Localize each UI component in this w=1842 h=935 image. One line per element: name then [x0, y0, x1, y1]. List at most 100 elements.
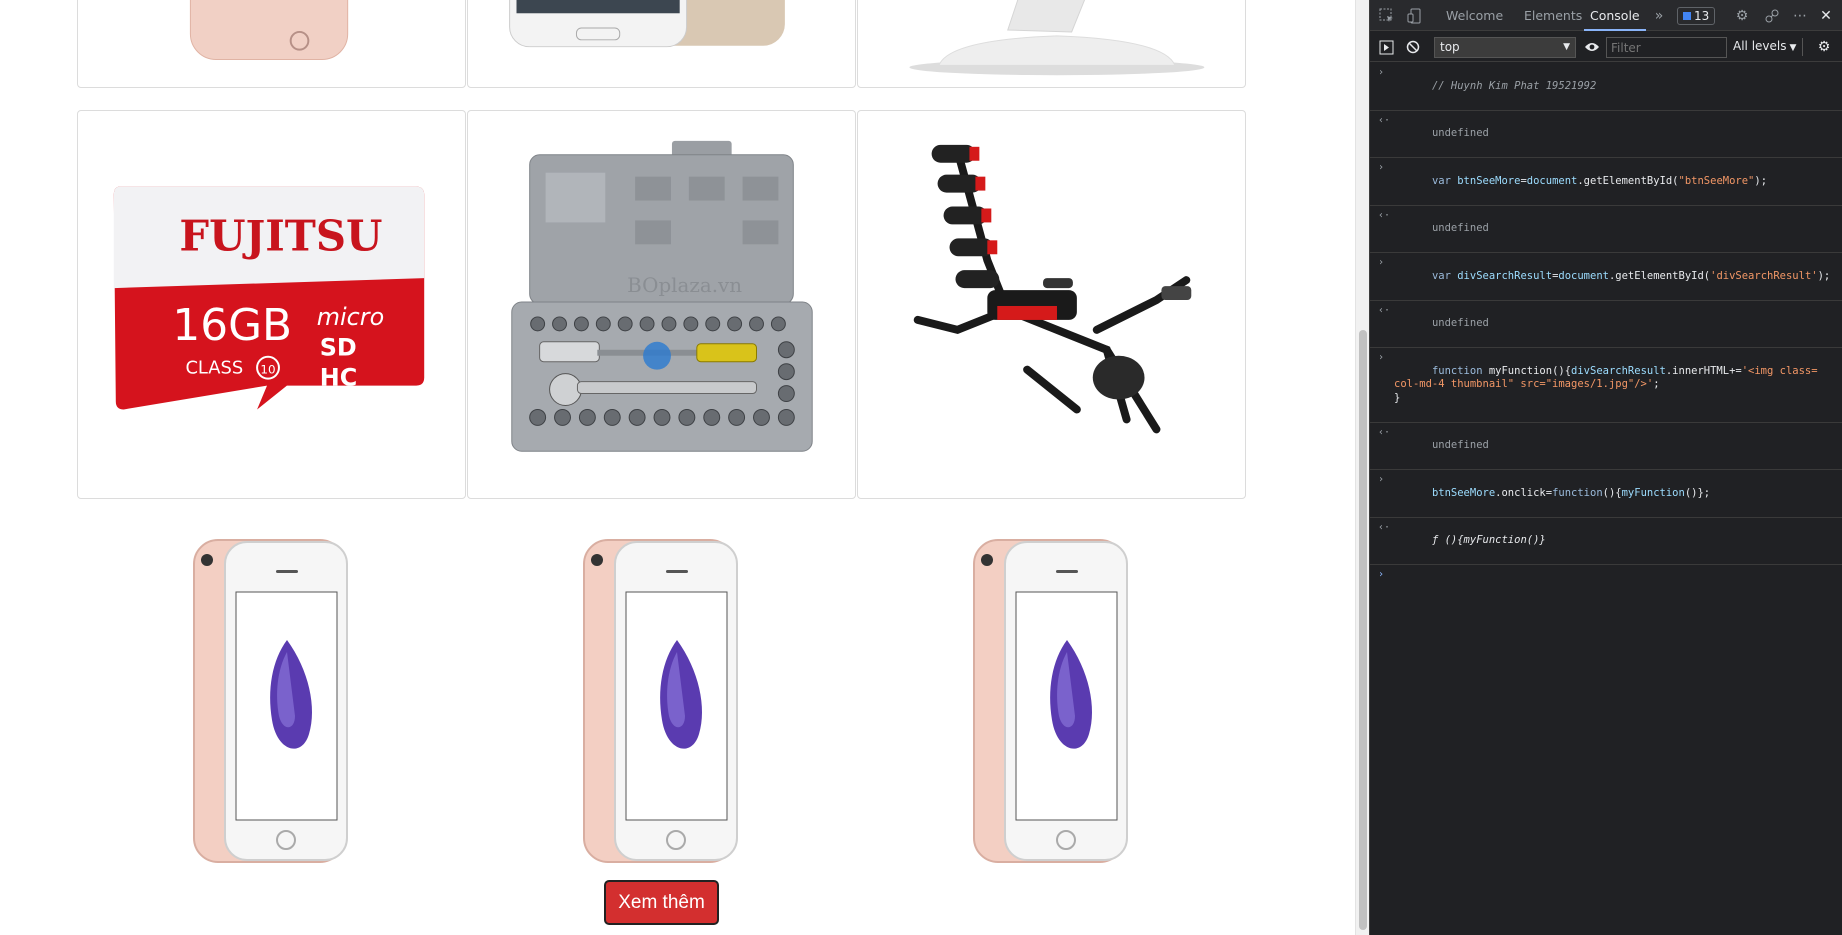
appended-iphone-2[interactable] — [467, 520, 856, 870]
appended-iphone-3[interactable] — [857, 520, 1246, 870]
code-method: .getElementById( — [1577, 174, 1679, 187]
code-function-name: myFunction — [1488, 364, 1553, 377]
close-icon[interactable]: ✕ — [1816, 6, 1836, 26]
code-string: 'divSearchResult' — [1710, 269, 1818, 282]
code-keyword: function — [1552, 486, 1603, 499]
code-variable: btnSeeMore — [1431, 486, 1496, 499]
issues-count: 13 — [1694, 9, 1710, 23]
console-input-line: › var divSearchResult=document.getElement… — [1370, 253, 1842, 301]
toolbar-divider — [1802, 38, 1803, 56]
console-input-line: › // Huynh Kim Phat 19521992 — [1370, 63, 1842, 111]
result-arrow-icon: ‹· — [1378, 114, 1391, 126]
code-method: .getElementById( — [1608, 269, 1711, 282]
code-variable: divSearchResult — [1571, 364, 1666, 377]
context-value: top — [1440, 40, 1460, 54]
product-thumbnail-fitness-machine[interactable] — [857, 110, 1246, 499]
iphone-image — [189, 0, 349, 60]
code-punctuation: ); — [1817, 269, 1831, 282]
tab-console[interactable]: Console — [1584, 0, 1646, 31]
appended-iphone-1[interactable] — [77, 520, 466, 870]
samsung-phone-image — [509, 0, 785, 48]
issues-badge[interactable]: 13 — [1677, 7, 1716, 25]
console-prompt[interactable]: › — [1370, 565, 1842, 612]
live-expression-eye-icon[interactable] — [1582, 37, 1602, 57]
product-thumbnail-socket-set[interactable]: BOplaza.vn — [467, 110, 856, 499]
iphone-rose-gold-image — [583, 539, 738, 863]
settings-gear-icon[interactable]: ⚙ — [1732, 6, 1752, 26]
tab-welcome[interactable]: Welcome — [1440, 0, 1509, 31]
code-variable: divSearchResult — [1457, 269, 1553, 282]
dropdown-arrow-icon: ▼ — [1789, 43, 1797, 53]
dropdown-arrow-icon: ▼ — [1563, 42, 1570, 52]
issues-icon — [1683, 12, 1691, 20]
microsd-class-number: 10 — [260, 363, 275, 377]
microsd-class-label: CLASS — [185, 358, 243, 379]
result-value: undefined — [1431, 127, 1489, 139]
console-toolbar: top▼ All levels▼ ⚙ — [1370, 32, 1842, 62]
code-object: document — [1558, 269, 1609, 282]
console-input-line: › var btnSeeMore=document.getElementById(… — [1370, 158, 1842, 206]
connection-icon[interactable] — [1762, 6, 1782, 26]
function-result-marker: ƒ — [1431, 534, 1445, 546]
code-property: .innerHTML+= — [1665, 364, 1742, 377]
more-options-icon[interactable]: ⋯ — [1790, 6, 1810, 26]
page-scrollbar[interactable] — [1355, 0, 1369, 935]
microsd-micro-text: micro — [317, 303, 384, 331]
fujitsu-microsd-image: FUJITSU 16GB CLASS 10 micro SD HC — [113, 186, 425, 410]
product-thumbnail-microsd[interactable]: FUJITSU 16GB CLASS 10 micro SD HC — [77, 110, 466, 499]
console-output[interactable]: ›// Huynh Kim Phat 19521992 ‹· undefined … — [1370, 63, 1842, 935]
result-value: undefined — [1431, 222, 1489, 234]
microsd-brand-text: FUJITSU — [179, 211, 382, 260]
code-object: document — [1526, 174, 1578, 187]
code-punctuation: (){ — [1602, 486, 1622, 499]
socket-wrench-set-image: BOplaza.vn — [511, 140, 813, 452]
code-variable: btnSeeMore — [1457, 174, 1521, 187]
more-tabs-chevron-icon[interactable]: » — [1649, 6, 1669, 26]
product-thumbnail-samsung-top[interactable] — [467, 0, 856, 88]
console-result-line: ‹· undefined — [1370, 111, 1842, 158]
iphone-rose-gold-image — [193, 539, 348, 863]
code-comment: // Huynh Kim Phat 19521992 — [1431, 79, 1597, 92]
console-result-line: ‹· undefined — [1370, 301, 1842, 348]
clear-console-icon[interactable] — [1403, 37, 1423, 57]
devtools-tabbar: Welcome Elements Console » 13 ⚙ ⋯ ✕ — [1370, 0, 1842, 31]
microsd-hc-logo: HC — [320, 364, 357, 392]
microsd-sd-logo: SD — [320, 334, 357, 362]
product-thumbnail-stand-top[interactable] — [857, 0, 1246, 88]
product-thumbnail-iphone-top[interactable] — [77, 0, 466, 88]
code-punctuation: ); — [1754, 174, 1768, 187]
devtools-panel: Welcome Elements Console » 13 ⚙ ⋯ ✕ top ▼… — [1369, 0, 1842, 935]
microsd-capacity-text: 16GB — [172, 300, 292, 351]
sidebar-toggle-icon[interactable] — [1376, 37, 1396, 57]
result-arrow-icon: ‹· — [1378, 209, 1391, 221]
page-scrollbar-thumb[interactable] — [1359, 330, 1367, 930]
console-result-line: ‹· ƒ (){myFunction()} — [1370, 518, 1842, 565]
code-keyword: function — [1431, 364, 1489, 377]
device-toolbar-icon[interactable] — [1405, 6, 1425, 26]
code-property: .onclick= — [1495, 486, 1553, 499]
code-function-call: myFunction — [1621, 486, 1685, 499]
console-input-line: › function myFunction(){divSearchResult.i… — [1370, 348, 1842, 423]
see-more-button[interactable]: Xem thêm — [604, 880, 719, 925]
log-levels-label: All levels — [1733, 39, 1787, 53]
input-chevron-icon: › — [1378, 352, 1385, 363]
tab-elements[interactable]: Elements — [1518, 0, 1588, 31]
javascript-context-select[interactable]: top ▼ — [1434, 37, 1576, 58]
result-arrow-icon: ‹· — [1378, 521, 1391, 533]
code-keyword: var — [1431, 174, 1458, 187]
prompt-chevron-icon: › — [1378, 569, 1385, 580]
inspect-element-icon[interactable] — [1377, 6, 1397, 26]
input-chevron-icon: › — [1378, 67, 1385, 78]
code-keyword: var — [1431, 269, 1458, 282]
input-chevron-icon: › — [1378, 162, 1385, 173]
function-result-body: (){myFunction()} — [1444, 534, 1546, 546]
console-settings-gear-icon[interactable]: ⚙ — [1814, 37, 1834, 57]
web-page-viewport: FUJITSU 16GB CLASS 10 micro SD HC BOplaz… — [0, 0, 1355, 935]
console-input-line: › btnSeeMore.onclick=function(){myFunctio… — [1370, 470, 1842, 518]
console-filter-input[interactable] — [1606, 37, 1727, 58]
code-punctuation: (){ — [1552, 364, 1572, 377]
log-levels-dropdown[interactable]: All levels ▼ — [1733, 39, 1796, 53]
code-string: "btnSeeMore" — [1678, 174, 1755, 187]
code-punctuation: } — [1394, 391, 1401, 404]
console-result-line: ‹· undefined — [1370, 423, 1842, 470]
